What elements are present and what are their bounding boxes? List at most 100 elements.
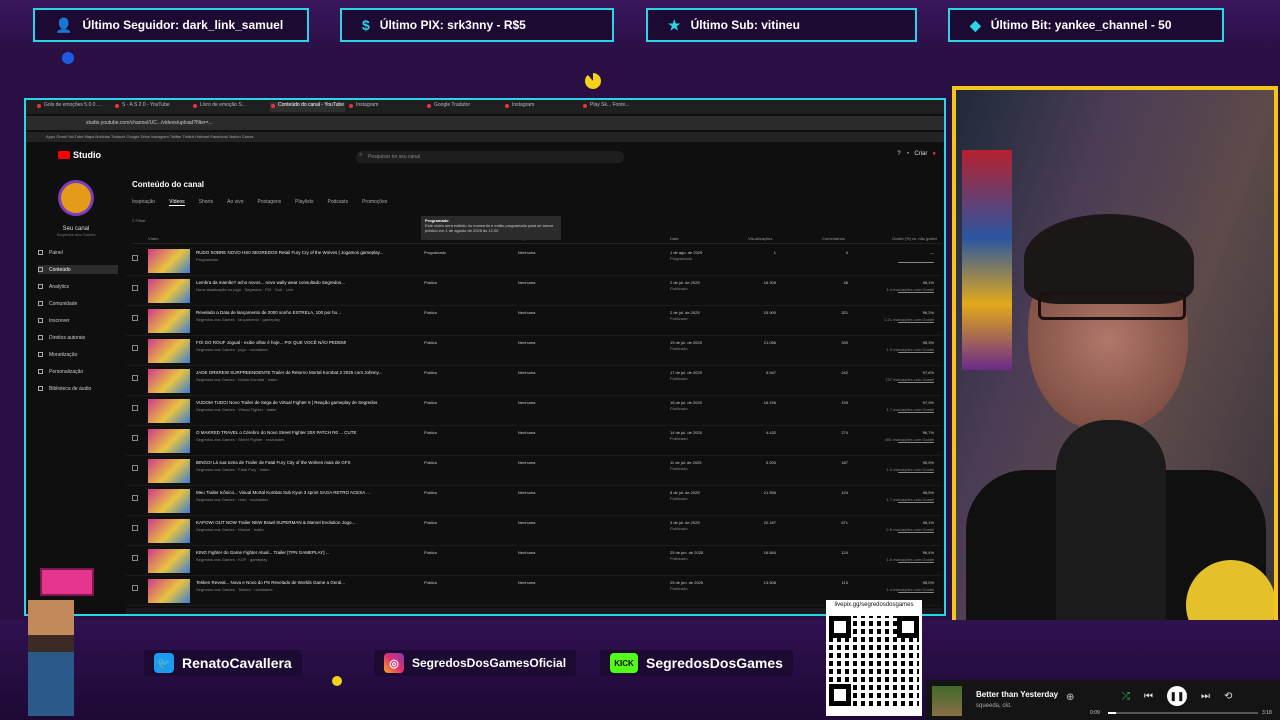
table-row[interactable]: RUDO SOBRE NOVO HS0 SEGREDOS Retail Fury…	[126, 246, 942, 276]
channel-avatar[interactable]	[58, 180, 94, 216]
browser-tab[interactable]: Google Tradutor	[426, 102, 501, 112]
video-title[interactable]: BINGO! Lá sua toma de Trailer de Fatal F…	[196, 460, 401, 465]
col-video[interactable]: Vídeo	[148, 236, 158, 241]
account-avatar[interactable]: ●	[932, 151, 936, 157]
video-thumbnail[interactable]	[148, 459, 190, 483]
video-thumbnail[interactable]	[148, 549, 190, 573]
col-date[interactable]: Data	[670, 236, 678, 241]
row-checkbox[interactable]	[132, 285, 138, 291]
repeat-icon[interactable]: ⟲	[1224, 691, 1232, 702]
table-row[interactable]: Lembra da mamãe? acho novos... novo wall…	[126, 276, 942, 306]
next-icon[interactable]: ⏭	[1201, 691, 1210, 702]
row-checkbox[interactable]	[132, 315, 138, 321]
visibility-value[interactable]: Público	[424, 280, 437, 285]
video-title[interactable]: RUDO SOBRE NOVO HS0 SEGREDOS Retail Fury…	[196, 250, 401, 255]
video-thumbnail[interactable]	[148, 339, 190, 363]
sidebar-item-analytics[interactable]: Analytics	[38, 282, 69, 291]
visibility-value[interactable]: Público	[424, 460, 437, 465]
tab-postagens[interactable]: Postagens	[258, 199, 282, 206]
add-to-library-icon[interactable]: ⊕	[1066, 692, 1074, 703]
table-row[interactable]: FOI DO ROUF Jogual - exibe olhar é hoje.…	[126, 336, 942, 366]
video-title[interactable]: Lembra da mamãe? acho novos... novo wall…	[196, 280, 401, 285]
row-checkbox[interactable]	[132, 495, 138, 501]
visibility-value[interactable]: Público	[424, 310, 437, 315]
video-title[interactable]: KAPOW! OUT NOW Trailer NEW Brawl SUPERMA…	[196, 520, 401, 525]
sidebar-item-biblioteca[interactable]: Biblioteca de áudio	[38, 384, 91, 393]
video-title[interactable]: O MAKRED TRAVEL o Cérebro do Novo Street…	[196, 430, 401, 435]
video-thumbnail[interactable]	[148, 279, 190, 303]
sidebar-item-painel[interactable]: Painel	[38, 248, 63, 257]
row-checkbox[interactable]	[132, 555, 138, 561]
address-bar[interactable]: studio.youtube.com/channel/UC.../videos/…	[26, 116, 944, 130]
bookmarks-bar[interactable]: Apps Gmail YouTube Maps Notícias Traduzi…	[26, 132, 944, 142]
sidebar-item-direitos[interactable]: Direitos autorais	[38, 333, 85, 342]
search-input[interactable]: Pesquisar no seu canal	[356, 151, 624, 163]
sidebar-item-conteudo[interactable]: Conteúdo	[38, 265, 118, 274]
browser-tab[interactable]: Instagram	[504, 102, 579, 112]
video-thumbnail[interactable]	[148, 309, 190, 333]
table-row[interactable]: Tekken Reveal... Nova e Novo do PS Revel…	[126, 576, 942, 606]
notifications-icon[interactable]: ◔	[906, 151, 910, 157]
tab-shorts[interactable]: Shorts	[199, 199, 213, 206]
horizontal-scrollbar[interactable]	[126, 608, 942, 614]
video-title[interactable]: VUDOM TUDO! Novo Trailer de Sega de Virt…	[196, 400, 401, 405]
visibility-value[interactable]: Público	[424, 490, 437, 495]
visibility-value[interactable]: Público	[424, 580, 437, 585]
row-checkbox[interactable]	[132, 525, 138, 531]
browser-tab[interactable]: Instagram	[348, 102, 423, 112]
pause-button[interactable]: ❚❚	[1167, 686, 1187, 706]
row-checkbox[interactable]	[132, 345, 138, 351]
tab-promocoes[interactable]: Promoções	[362, 199, 387, 206]
table-row[interactable]: Revelado a Data de lançamento de 2000 so…	[126, 306, 942, 336]
row-checkbox[interactable]	[132, 405, 138, 411]
progress-bar[interactable]	[1108, 712, 1258, 714]
video-thumbnail[interactable]	[148, 489, 190, 513]
row-checkbox[interactable]	[132, 375, 138, 381]
visibility-value[interactable]: Público	[424, 400, 437, 405]
row-checkbox[interactable]	[132, 465, 138, 471]
visibility-value[interactable]: Público	[424, 340, 437, 345]
help-icon[interactable]: ?	[897, 151, 900, 157]
table-row[interactable]: BINGO! Lá sua toma de Trailer de Fatal F…	[126, 456, 942, 486]
video-thumbnail[interactable]	[148, 399, 190, 423]
tab-videos[interactable]: Vídeos	[169, 199, 185, 206]
video-thumbnail[interactable]	[148, 249, 190, 273]
tab-inspiracao[interactable]: Inspiração	[132, 199, 155, 206]
sidebar-item-personalizacao[interactable]: Personalização	[38, 367, 83, 376]
visibility-value[interactable]: Público	[424, 520, 437, 525]
browser-tab[interactable]: S - A S 2.0 - YouTube	[114, 102, 189, 112]
table-row[interactable]: KAPOW! OUT NOW Trailer NEW Brawl SUPERMA…	[126, 516, 942, 546]
video-thumbnail[interactable]	[148, 519, 190, 543]
table-row[interactable]: JADE ORKREW SURPREENDENTE Trailer do Ret…	[126, 366, 942, 396]
visibility-value[interactable]: Público	[424, 430, 437, 435]
col-comments[interactable]: Comentários	[822, 236, 845, 241]
tab-playlists[interactable]: Playlists	[295, 199, 313, 206]
create-button[interactable]: Criar	[914, 151, 927, 157]
browser-tab[interactable]: Livro de emoção S...	[192, 102, 267, 112]
video-title[interactable]: Meu Trailer Icônico... Visual Mortal Kom…	[196, 490, 401, 495]
tab-ao-vivo[interactable]: Ao vivo	[227, 199, 243, 206]
video-title[interactable]: FOI DO ROUF Jogual - exibe olhar é hoje.…	[196, 340, 401, 345]
col-likes[interactable]: Gostei (%) vs. não gostei	[892, 236, 937, 241]
filter-button[interactable]: ≡ Filtrar	[132, 218, 146, 223]
row-checkbox[interactable]	[132, 435, 138, 441]
video-thumbnail[interactable]	[148, 369, 190, 393]
table-row[interactable]: Meu Trailer Icônico... Visual Mortal Kom…	[126, 486, 942, 516]
sidebar-item-inscrever[interactable]: Inscrever	[38, 316, 70, 325]
row-checkbox[interactable]	[132, 585, 138, 591]
video-title[interactable]: Revelado a Data de lançamento de 2000 so…	[196, 310, 401, 315]
video-title[interactable]: KING Fighter do Game Fighter Atual... Tr…	[196, 550, 401, 555]
sidebar-item-comunidade[interactable]: Comunidade	[38, 299, 77, 308]
visibility-value[interactable]: Público	[424, 370, 437, 375]
browser-tab[interactable]: Gols de emoções 5.0.0 ...	[36, 102, 111, 112]
video-title[interactable]: Tekken Reveal... Nova e Novo do PS Revel…	[196, 580, 401, 585]
video-thumbnail[interactable]	[148, 579, 190, 603]
tab-podcasts[interactable]: Podcasts	[328, 199, 349, 206]
video-title[interactable]: JADE ORKREW SURPREENDENTE Trailer do Ret…	[196, 370, 401, 375]
table-row[interactable]: VUDOM TUDO! Novo Trailer de Sega de Virt…	[126, 396, 942, 426]
studio-logo[interactable]: Studio	[58, 150, 101, 160]
browser-tab[interactable]: Play Sk... Fonte...	[582, 102, 657, 112]
visibility-value[interactable]: Programado	[424, 250, 446, 255]
previous-icon[interactable]: ⏮	[1144, 691, 1153, 702]
shuffle-icon[interactable]: ⤮	[1122, 691, 1130, 702]
